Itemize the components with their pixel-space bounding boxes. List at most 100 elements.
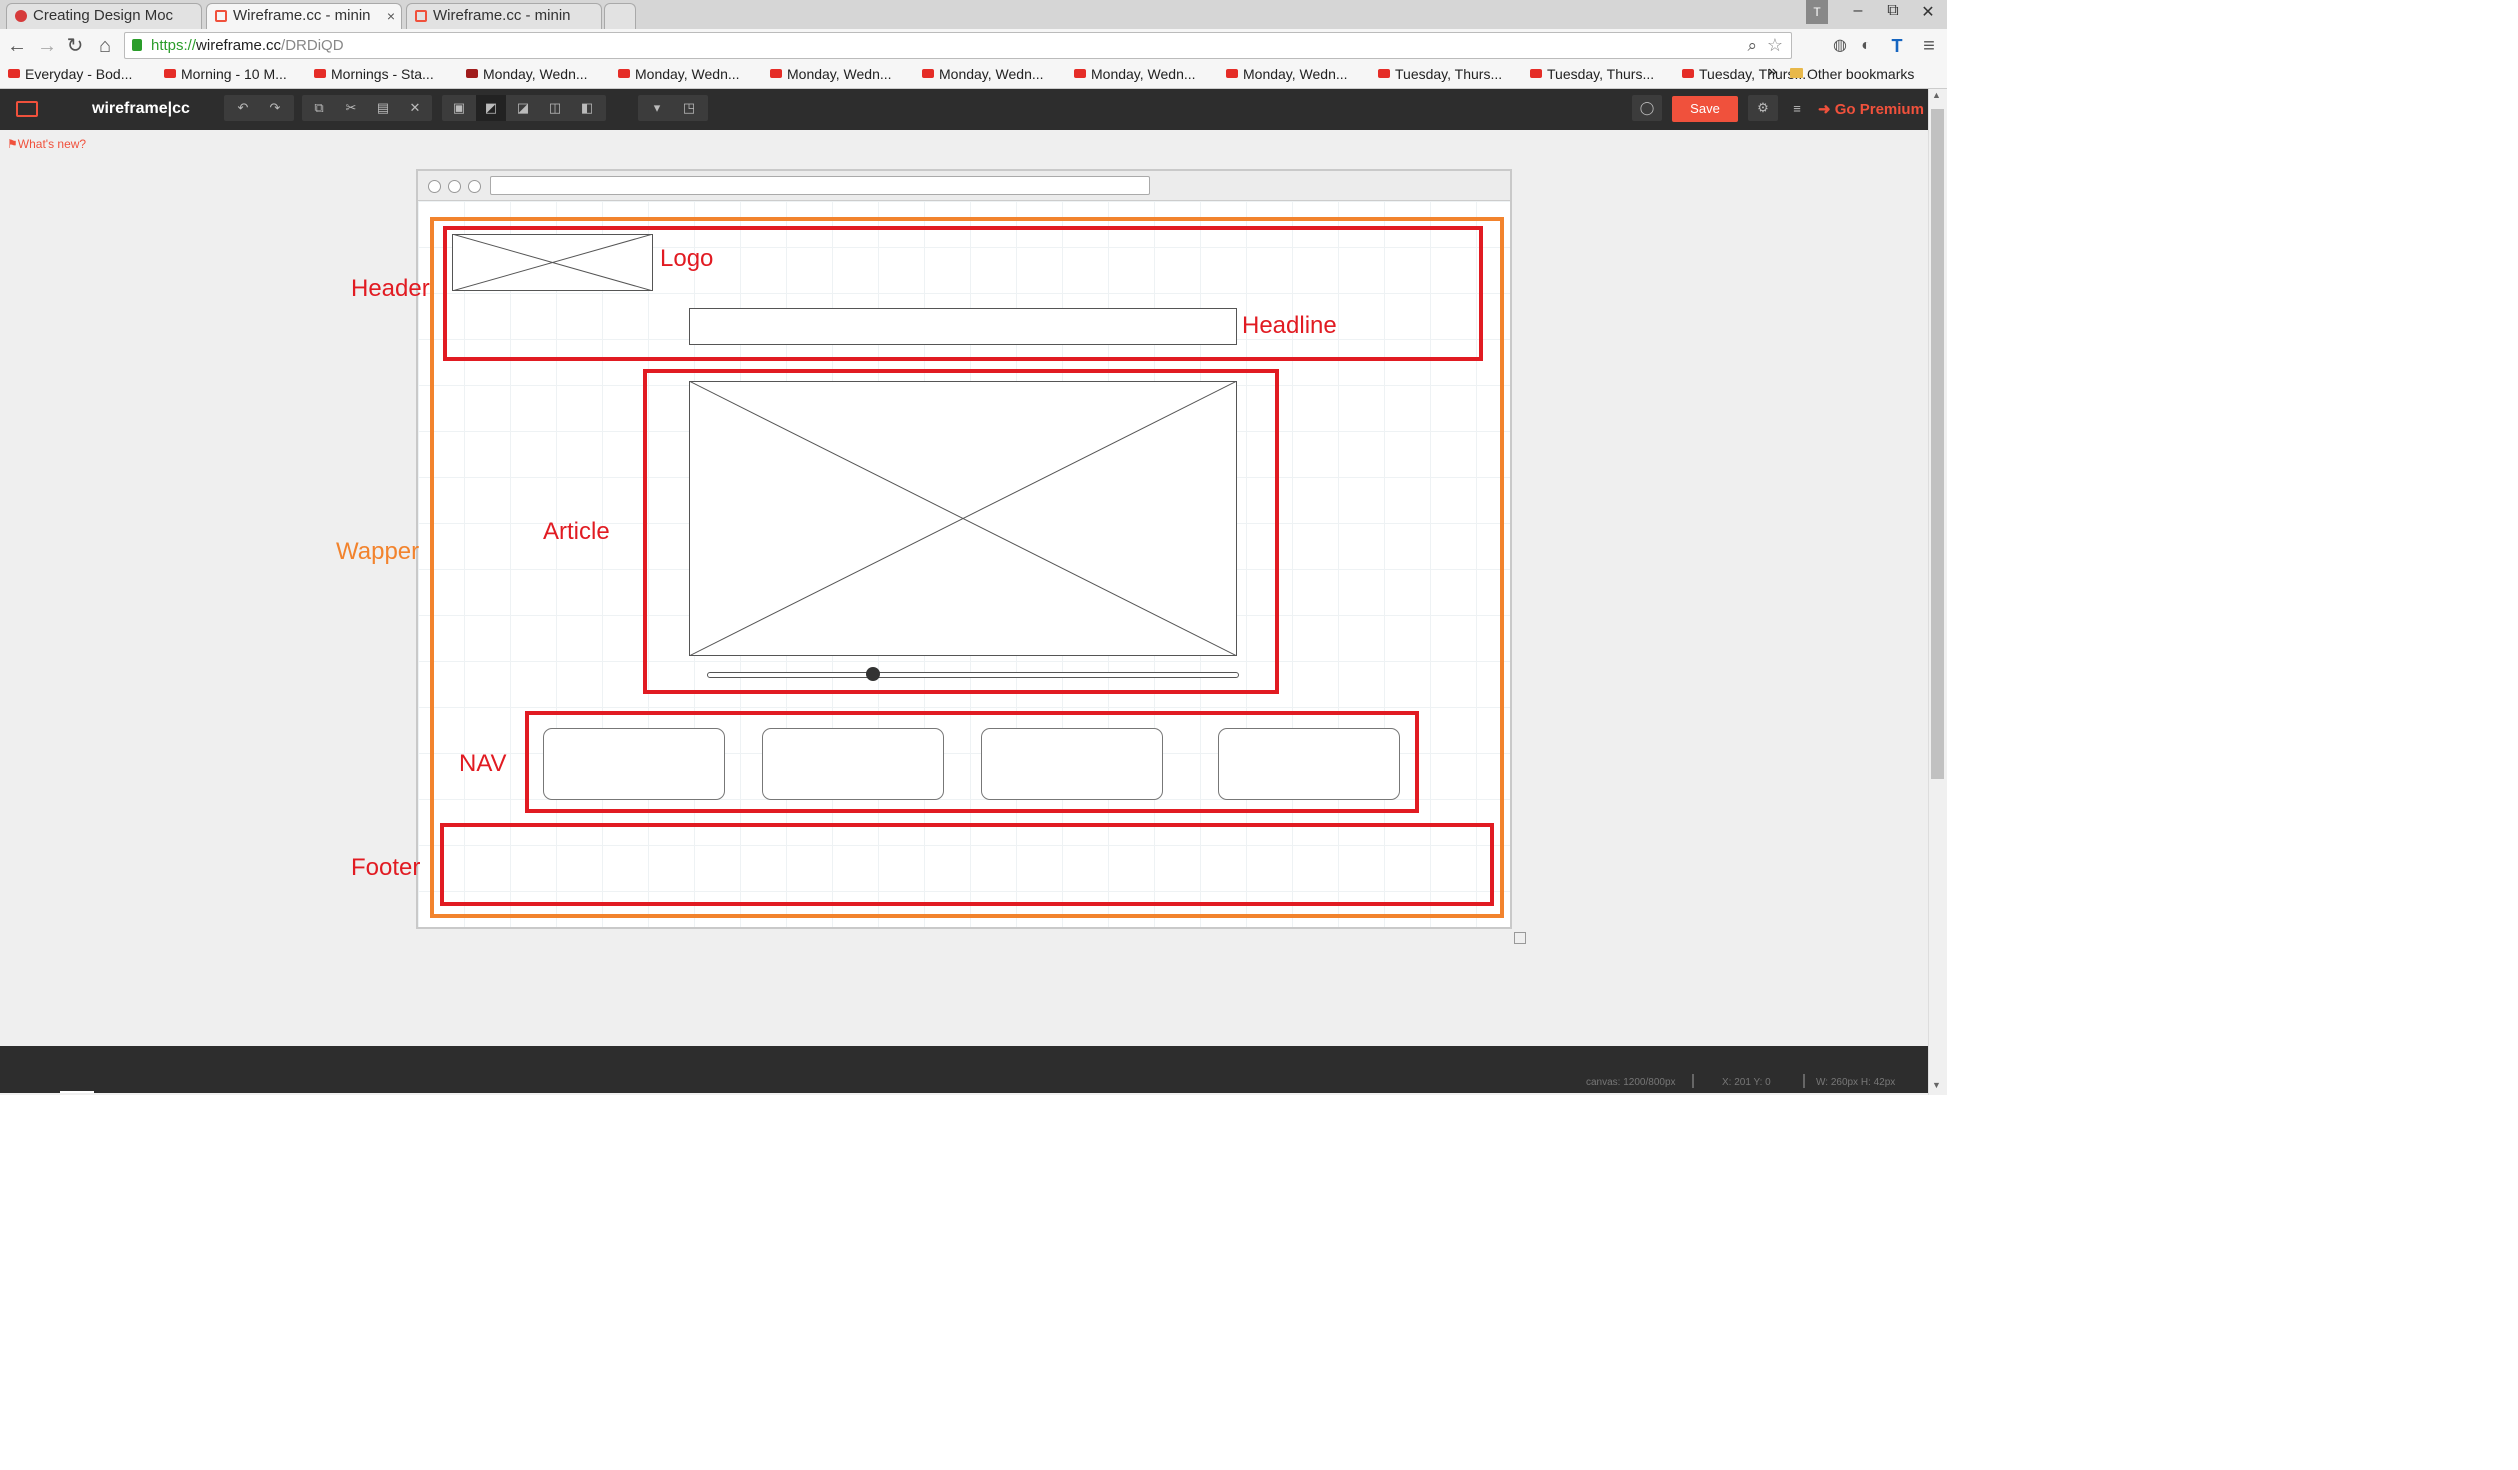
close-tab-icon[interactable]: × xyxy=(387,4,395,28)
bookmark-item[interactable]: Monday, Wedn... xyxy=(1226,66,1348,82)
bookmark-item[interactable]: Morning - 10 M... xyxy=(164,66,287,82)
youtube-icon xyxy=(922,69,934,78)
edit-group: ⧉ ✂ ▤ ✕ xyxy=(302,95,432,121)
bookmark-item[interactable]: Monday, Wedn... xyxy=(618,66,740,82)
youtube-icon xyxy=(1378,69,1390,78)
address-bar[interactable]: https://wireframe.cc/DRDiQD ⌕ ☆ xyxy=(124,32,1792,59)
fill-icon[interactable]: ▾ xyxy=(642,95,672,121)
paste-icon[interactable]: ▤ xyxy=(368,95,398,121)
delete-icon[interactable]: ✕ xyxy=(400,95,430,121)
tab-wireframe-active[interactable]: Wireframe.cc - minin × xyxy=(206,3,402,29)
forward-arrow-icon[interactable]: → xyxy=(34,33,60,59)
nav-item-placeholder[interactable] xyxy=(1218,728,1400,800)
whats-new-link[interactable]: ⚑What's new? xyxy=(7,137,86,151)
bookmark-item[interactable]: Monday, Wedn... xyxy=(922,66,1044,82)
extension-icon[interactable]: ◐ xyxy=(1853,33,1879,59)
selection-size-readout: W: 260px H: 42px xyxy=(1816,1077,1896,1088)
lock-icon xyxy=(132,39,142,51)
status-divider xyxy=(1803,1074,1805,1088)
footer-annotation-box[interactable] xyxy=(440,823,1494,906)
frame-dot-icon xyxy=(468,180,481,193)
frame-dot-icon xyxy=(428,180,441,193)
browser-nav-bar: ← → ↻ ⌂ https://wireframe.cc/DRDiQD ⌕ ☆ … xyxy=(0,29,1947,63)
tab-wireframe-2[interactable]: Wireframe.cc - minin xyxy=(406,3,602,29)
bookmark-item[interactable]: Everyday - Bod... xyxy=(8,66,132,82)
save-button[interactable]: Save xyxy=(1672,96,1738,122)
bookmark-item[interactable]: Monday, Wedn... xyxy=(466,66,588,82)
arrange-group: ▣ ◩ ◪ ◫ ◧ xyxy=(442,95,606,121)
bookmark-item[interactable]: Monday, Wedn... xyxy=(770,66,892,82)
url-host: wireframe.cc xyxy=(196,37,282,54)
bookmark-item[interactable]: Tuesday, Thurs... xyxy=(1378,66,1502,82)
bring-forward-icon[interactable]: ◪ xyxy=(508,95,538,121)
other-bookmarks[interactable]: Other bookmarks xyxy=(1790,66,1914,82)
video-progress-handle[interactable] xyxy=(866,667,880,681)
browser-tab-strip: Creating Design Moc Wireframe.cc - minin… xyxy=(0,0,1947,29)
history-group: ↶ ↷ xyxy=(224,95,294,121)
search-icon[interactable]: ⌕ xyxy=(1747,33,1757,58)
comment-group: ◯ xyxy=(1632,95,1662,121)
bookmark-item[interactable]: Tuesday, Thurs... xyxy=(1682,66,1806,82)
lock-tool-icon[interactable]: ▣ xyxy=(444,95,474,121)
copy-icon[interactable]: ⧉ xyxy=(304,95,334,121)
scroll-up-icon[interactable]: ▲ xyxy=(1932,90,1941,100)
footer-label: Footer xyxy=(351,854,421,881)
headline-placeholder[interactable] xyxy=(689,308,1237,345)
nav-item-placeholder[interactable] xyxy=(981,728,1163,800)
redo-icon[interactable]: ↷ xyxy=(260,95,290,121)
nav-item-placeholder[interactable] xyxy=(762,728,944,800)
view-group: ▾ ◳ xyxy=(638,95,708,121)
close-window-icon[interactable]: ✕ xyxy=(1913,2,1943,22)
minimize-icon[interactable]: – xyxy=(1843,2,1873,20)
scrollbar-thumb[interactable] xyxy=(1931,109,1944,779)
youtube-icon xyxy=(466,69,478,78)
back-arrow-icon[interactable]: ← xyxy=(4,33,30,59)
extension-icon[interactable]: ◍ xyxy=(1827,33,1853,59)
star-icon[interactable]: ☆ xyxy=(1767,33,1783,58)
go-premium-link[interactable]: ➜ Go Premium xyxy=(1818,100,1924,118)
app-toolbar: wireframe|cc ↶ ↷ ⧉ ✂ ▤ ✕ ▣ ◩ ◪ ◫ ◧ ▾ ◳ ◯… xyxy=(0,89,1928,130)
tab-title: Wireframe.cc - minin xyxy=(433,7,571,24)
reload-icon[interactable]: ↻ xyxy=(62,33,88,59)
cut-icon[interactable]: ✂ xyxy=(336,95,366,121)
youtube-icon xyxy=(8,69,20,78)
tab-favicon-icon xyxy=(215,10,227,22)
send-backward-icon[interactable]: ◫ xyxy=(540,95,570,121)
scroll-down-icon[interactable]: ▼ xyxy=(1932,1080,1941,1090)
canvas-frame-url xyxy=(490,176,1150,195)
undo-icon[interactable]: ↶ xyxy=(228,95,258,121)
nav-item-placeholder[interactable] xyxy=(543,728,725,800)
bookmark-item[interactable]: Monday, Wedn... xyxy=(1074,66,1196,82)
bookmarks-bar: Everyday - Bod... Morning - 10 M... Morn… xyxy=(0,63,1947,89)
nav-label: NAV xyxy=(459,750,507,777)
bookmark-item[interactable]: Mornings - Sta... xyxy=(314,66,434,82)
bookmark-item[interactable]: Tuesday, Thurs... xyxy=(1530,66,1654,82)
tab-favicon-icon xyxy=(15,10,27,22)
profile-icon[interactable]: T xyxy=(1806,0,1828,24)
home-icon[interactable]: ⌂ xyxy=(92,33,118,59)
new-tab-button[interactable] xyxy=(604,3,636,29)
settings-icon[interactable]: ⚙ xyxy=(1748,95,1778,121)
bring-front-icon[interactable]: ◩ xyxy=(476,95,506,121)
logo-image-placeholder[interactable] xyxy=(452,234,653,291)
youtube-icon xyxy=(770,69,782,78)
hamburger-icon[interactable]: ≡ xyxy=(1782,96,1812,122)
youtube-icon xyxy=(1074,69,1086,78)
article-video-placeholder[interactable] xyxy=(689,381,1237,656)
menu-icon[interactable]: ≡ xyxy=(1916,33,1942,59)
video-progress-track[interactable] xyxy=(707,672,1239,678)
bookmarks-overflow-button[interactable]: » xyxy=(1768,63,1777,81)
pages-icon[interactable] xyxy=(16,101,38,117)
youtube-icon xyxy=(1226,69,1238,78)
resize-handle-icon[interactable] xyxy=(1514,932,1526,944)
status-bar: canvas: 1200/800px X: 201 Y: 0 W: 260px … xyxy=(0,1046,1928,1093)
annotation-icon[interactable]: ◳ xyxy=(674,95,704,121)
canvas-size-readout: canvas: 1200/800px xyxy=(1586,1077,1676,1088)
tab-favicon-icon xyxy=(415,10,427,22)
extension-icon[interactable]: T xyxy=(1884,33,1910,59)
tab-creating-design[interactable]: Creating Design Moc xyxy=(6,3,202,29)
send-back-icon[interactable]: ◧ xyxy=(572,95,602,121)
tab-title: Wireframe.cc - minin xyxy=(233,7,371,24)
comment-icon[interactable]: ◯ xyxy=(1632,95,1662,121)
restore-icon[interactable]: ⧉ xyxy=(1878,2,1908,20)
